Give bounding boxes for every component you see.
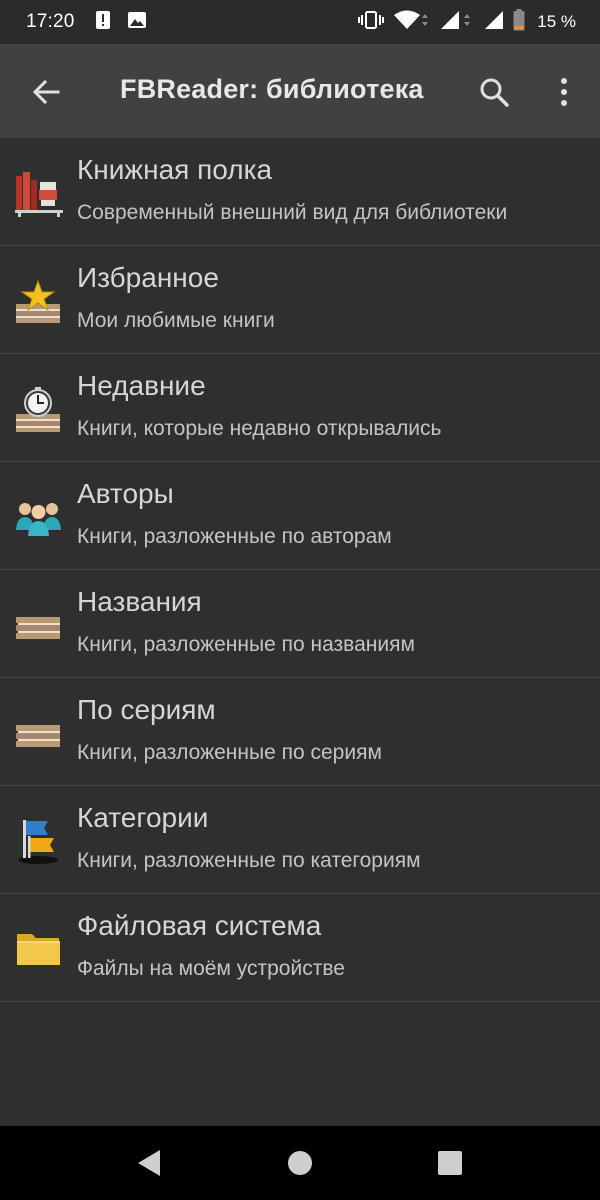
authors-people-icon <box>14 492 64 542</box>
item-title: Авторы <box>77 478 174 509</box>
search-icon <box>480 78 509 107</box>
nav-home-button[interactable] <box>280 1143 320 1183</box>
app-title: FBReader: библиотека <box>120 74 424 104</box>
status-bar: 17:20 15 % <box>0 0 600 44</box>
list-item-bookshelf[interactable]: Книжная полка Современный внешний вид дл… <box>0 138 600 246</box>
list-item-titles[interactable]: Названия Книги, разложенные по названиям <box>0 570 600 678</box>
back-button[interactable] <box>22 68 70 116</box>
search-button[interactable] <box>470 68 518 116</box>
item-subtitle: Книги, разложенные по категориям <box>77 849 421 872</box>
item-subtitle: Книги, разложенные по сериям <box>77 741 382 764</box>
books-stack-icon <box>14 708 64 758</box>
item-title: Файловая система <box>77 910 322 941</box>
item-title: Книжная полка <box>77 154 273 185</box>
item-subtitle: Книги, которые недавно открывались <box>77 417 442 440</box>
system-icons: 15 % <box>357 8 576 36</box>
list-item-favorites[interactable]: Избранное Мои любимые книги <box>0 246 600 354</box>
battery-percent: 15 % <box>537 12 576 31</box>
item-title: Категории <box>77 802 209 833</box>
list-item-authors[interactable]: Авторы Книги, разложенные по авторам <box>0 462 600 570</box>
category-flag-icon <box>14 816 64 866</box>
app-bar: FBReader: библиотека <box>0 44 600 138</box>
image-icon <box>127 11 147 34</box>
alert-icon <box>95 10 111 35</box>
more-vert-icon <box>561 78 567 106</box>
list-item-file-system[interactable]: Файловая система Файлы на моём устройств… <box>0 894 600 1002</box>
item-title: Избранное <box>77 262 219 293</box>
status-time: 17:20 <box>26 11 75 32</box>
bookshelf-icon <box>14 168 64 218</box>
favorites-star-icon <box>14 276 64 326</box>
wifi-icon <box>393 10 431 35</box>
arrow-back-icon <box>32 79 60 105</box>
list-item-categories[interactable]: Категории Книги, разложенные по категори… <box>0 786 600 894</box>
item-subtitle: Книги, разложенные по авторам <box>77 525 392 548</box>
library-list: Книжная полка Современный внешний вид дл… <box>0 138 600 1002</box>
navigation-bar <box>0 1126 600 1200</box>
vibrate-icon <box>357 10 385 35</box>
list-item-series[interactable]: По сериям Книги, разложенные по сериям <box>0 678 600 786</box>
folder-icon <box>14 924 64 974</box>
battery-icon <box>513 8 525 36</box>
item-subtitle: Файлы на моём устройстве <box>77 957 345 980</box>
item-title: По сериям <box>77 694 216 725</box>
notification-icons <box>95 10 147 35</box>
signal-icon <box>483 10 505 35</box>
item-title: Недавние <box>77 370 206 401</box>
nav-back-icon <box>138 1150 160 1176</box>
nav-recents-button[interactable] <box>430 1143 470 1183</box>
books-stack-icon <box>14 600 64 650</box>
recent-clock-icon <box>14 384 64 434</box>
nav-home-icon <box>288 1151 312 1175</box>
more-options-button[interactable] <box>540 68 588 116</box>
nav-recents-icon <box>438 1151 462 1175</box>
nav-back-button[interactable] <box>130 1146 170 1180</box>
item-title: Названия <box>77 586 202 617</box>
list-item-recent[interactable]: Недавние Книги, которые недавно открывал… <box>0 354 600 462</box>
item-subtitle: Современный внешний вид для библиотеки <box>77 201 508 224</box>
item-subtitle: Книги, разложенные по названиям <box>77 633 415 656</box>
item-subtitle: Мои любимые книги <box>77 309 275 332</box>
signal-icon <box>439 10 475 35</box>
